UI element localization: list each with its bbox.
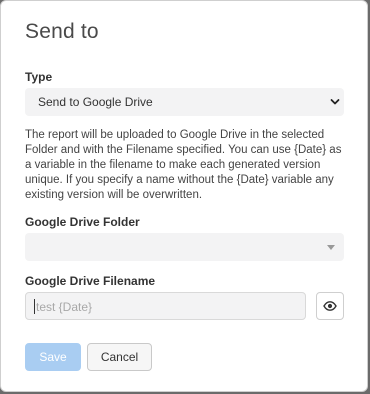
type-select[interactable]: Send to Google Drive: [25, 88, 344, 116]
filename-label: Google Drive Filename: [25, 274, 156, 288]
toggle-visibility-button[interactable]: [316, 292, 344, 320]
folder-select[interactable]: [25, 233, 344, 261]
folder-label: Google Drive Folder: [25, 215, 140, 229]
type-label: Type: [25, 70, 53, 84]
filename-input[interactable]: test {Date}: [25, 292, 306, 320]
type-select-value: Send to Google Drive: [38, 95, 153, 109]
filename-placeholder: test {Date}: [36, 300, 93, 314]
dialog-title: Send to: [25, 20, 99, 43]
caret-down-icon: [327, 245, 335, 250]
save-button[interactable]: Save: [25, 343, 81, 371]
chevron-down-icon: [330, 99, 340, 105]
cancel-button[interactable]: Cancel: [87, 343, 152, 371]
text-cursor: [34, 299, 35, 314]
send-to-dialog: Send to Type Send to Google Drive The re…: [0, 0, 368, 392]
eye-icon: [323, 301, 337, 311]
description-text: The report will be uploaded to Google Dr…: [25, 129, 342, 201]
